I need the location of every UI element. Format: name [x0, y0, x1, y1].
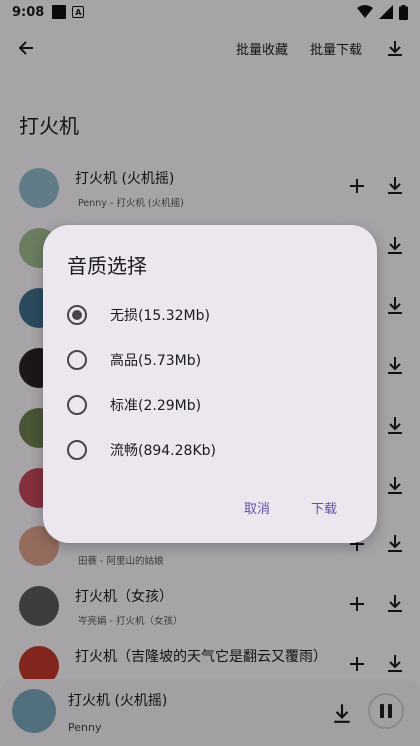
- option-label: 流畅(894.28Kb): [110, 443, 216, 459]
- option-label: 无损(15.32Mb): [110, 308, 210, 324]
- radio-button[interactable]: [67, 350, 87, 370]
- dialog-title: 音质选择: [67, 254, 147, 278]
- radio-button[interactable]: [67, 440, 87, 460]
- quality-dialog: 音质选择 无损(15.32Mb) 高品(5.73Mb) 标准(2.29Mb) 流…: [43, 225, 377, 543]
- quality-option-standard[interactable]: 标准(2.29Mb): [43, 385, 377, 425]
- quality-option-smooth[interactable]: 流畅(894.28Kb): [43, 430, 377, 470]
- option-label: 高品(5.73Mb): [110, 353, 202, 369]
- quality-option-high[interactable]: 高品(5.73Mb): [43, 340, 377, 380]
- radio-button[interactable]: [67, 395, 87, 415]
- quality-option-lossless[interactable]: 无损(15.32Mb): [43, 295, 377, 335]
- option-label: 标准(2.29Mb): [110, 398, 202, 414]
- download-button[interactable]: 下载: [311, 498, 337, 517]
- cancel-button[interactable]: 取消: [244, 498, 270, 517]
- radio-button[interactable]: [67, 305, 87, 325]
